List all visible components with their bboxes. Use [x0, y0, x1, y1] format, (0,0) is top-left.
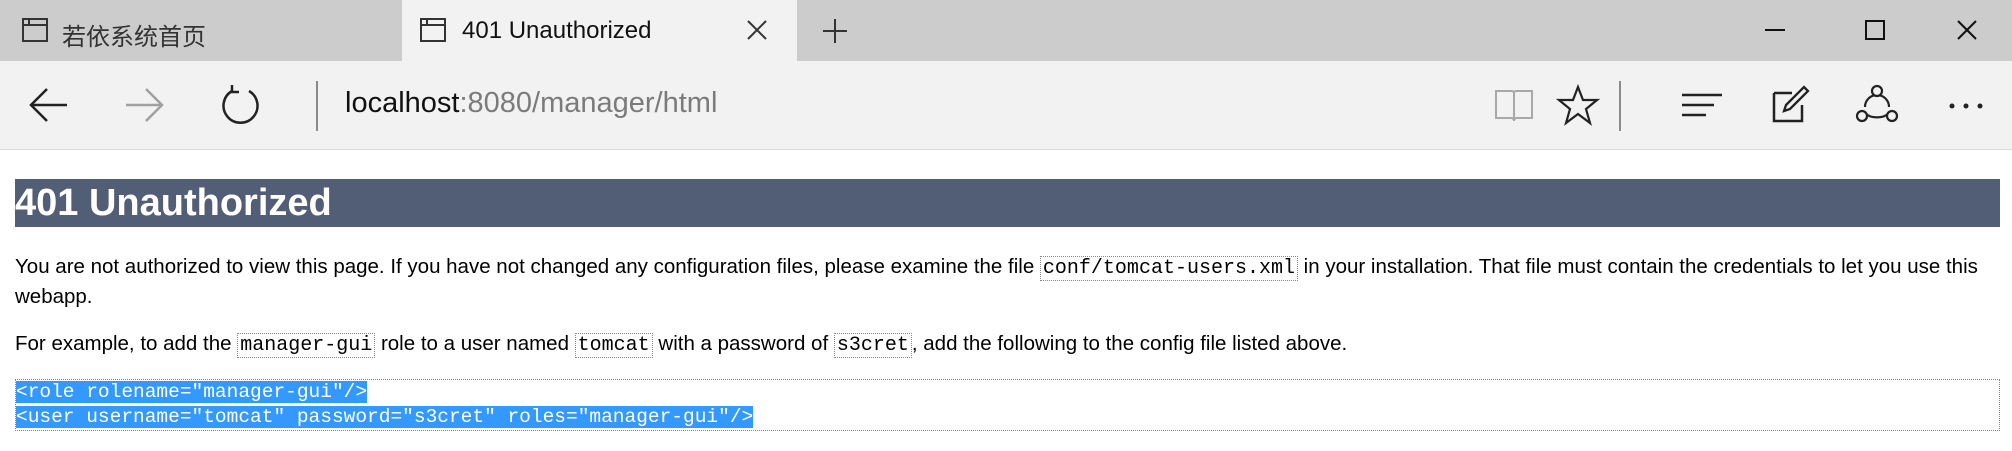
forward-arrow-icon — [126, 88, 164, 122]
window-close-button[interactable] — [1922, 0, 2012, 61]
page-title: 401 Unauthorized — [15, 179, 2000, 227]
tab-page-icon — [420, 18, 446, 49]
config-code-block[interactable]: <role rolename="manager-gui"/> <user use… — [15, 379, 2000, 431]
inline-code-role: manager-gui — [237, 333, 376, 358]
forward-button[interactable] — [122, 83, 166, 127]
config-line-user: <user username="tomcat" password="s3cret… — [16, 406, 754, 428]
example-text: with a password of — [652, 332, 834, 355]
example-text: For example, to add the — [15, 332, 238, 355]
inline-code-password: s3cret — [833, 333, 912, 358]
book-icon — [1495, 90, 1533, 122]
page-content: 401 Unauthorized You are not authorized … — [15, 150, 2000, 431]
tab-bar: 若依系统首页 401 Unauthorized — [0, 0, 2012, 61]
minimize-icon — [1765, 29, 1785, 31]
config-line-role: <role rolename="manager-gui"/> — [16, 381, 368, 403]
star-icon — [1555, 83, 1601, 126]
maximize-icon — [1865, 20, 1885, 40]
more-icon — [1949, 103, 1983, 109]
example-text: role to a user named — [375, 332, 575, 355]
intro-text: You are not authorized to view this page… — [15, 255, 1040, 278]
toolbar-divider — [1619, 81, 1621, 131]
address-path: :8080/manager/html — [459, 87, 718, 119]
minimize-button[interactable] — [1730, 0, 1820, 61]
window-close-icon — [1957, 20, 1977, 40]
intro-paragraph: You are not authorized to view this page… — [15, 253, 2000, 311]
web-note-button[interactable] — [1768, 83, 1812, 127]
close-icon[interactable] — [745, 18, 769, 49]
example-paragraph: For example, to add the manager-gui role… — [15, 330, 2000, 360]
hub-button[interactable] — [1680, 83, 1724, 127]
address-bar[interactable]: localhost:8080/manager/html — [345, 87, 717, 120]
share-button[interactable] — [1855, 83, 1899, 127]
tab-page-icon — [22, 18, 48, 49]
share-icon — [1855, 84, 1899, 123]
plus-icon[interactable] — [820, 16, 850, 46]
refresh-button[interactable] — [219, 83, 263, 127]
reading-view-button[interactable] — [1492, 83, 1536, 127]
refresh-icon — [222, 85, 259, 124]
maximize-button[interactable] — [1830, 0, 1920, 61]
hub-icon — [1682, 93, 1722, 117]
favorite-button[interactable] — [1555, 83, 1601, 127]
navigation-toolbar: localhost:8080/manager/html — [0, 61, 2012, 150]
tab-ruoyi-home[interactable]: 若依系统首页 — [0, 0, 402, 61]
pen-icon — [1772, 85, 1810, 123]
inline-code-config-file: conf/tomcat-users.xml — [1039, 256, 1298, 281]
inline-code-username: tomcat — [574, 333, 653, 358]
tab-title: 若依系统首页 — [62, 24, 206, 51]
tab-title: 401 Unauthorized — [462, 17, 652, 44]
tab-401-unauthorized[interactable]: 401 Unauthorized — [402, 0, 797, 61]
example-text: , add the following to the config file l… — [911, 332, 1348, 355]
back-button[interactable] — [27, 83, 71, 127]
toolbar-divider — [316, 81, 318, 131]
address-host: localhost — [345, 87, 460, 119]
more-button[interactable] — [1944, 83, 1988, 127]
back-arrow-icon — [29, 88, 67, 122]
